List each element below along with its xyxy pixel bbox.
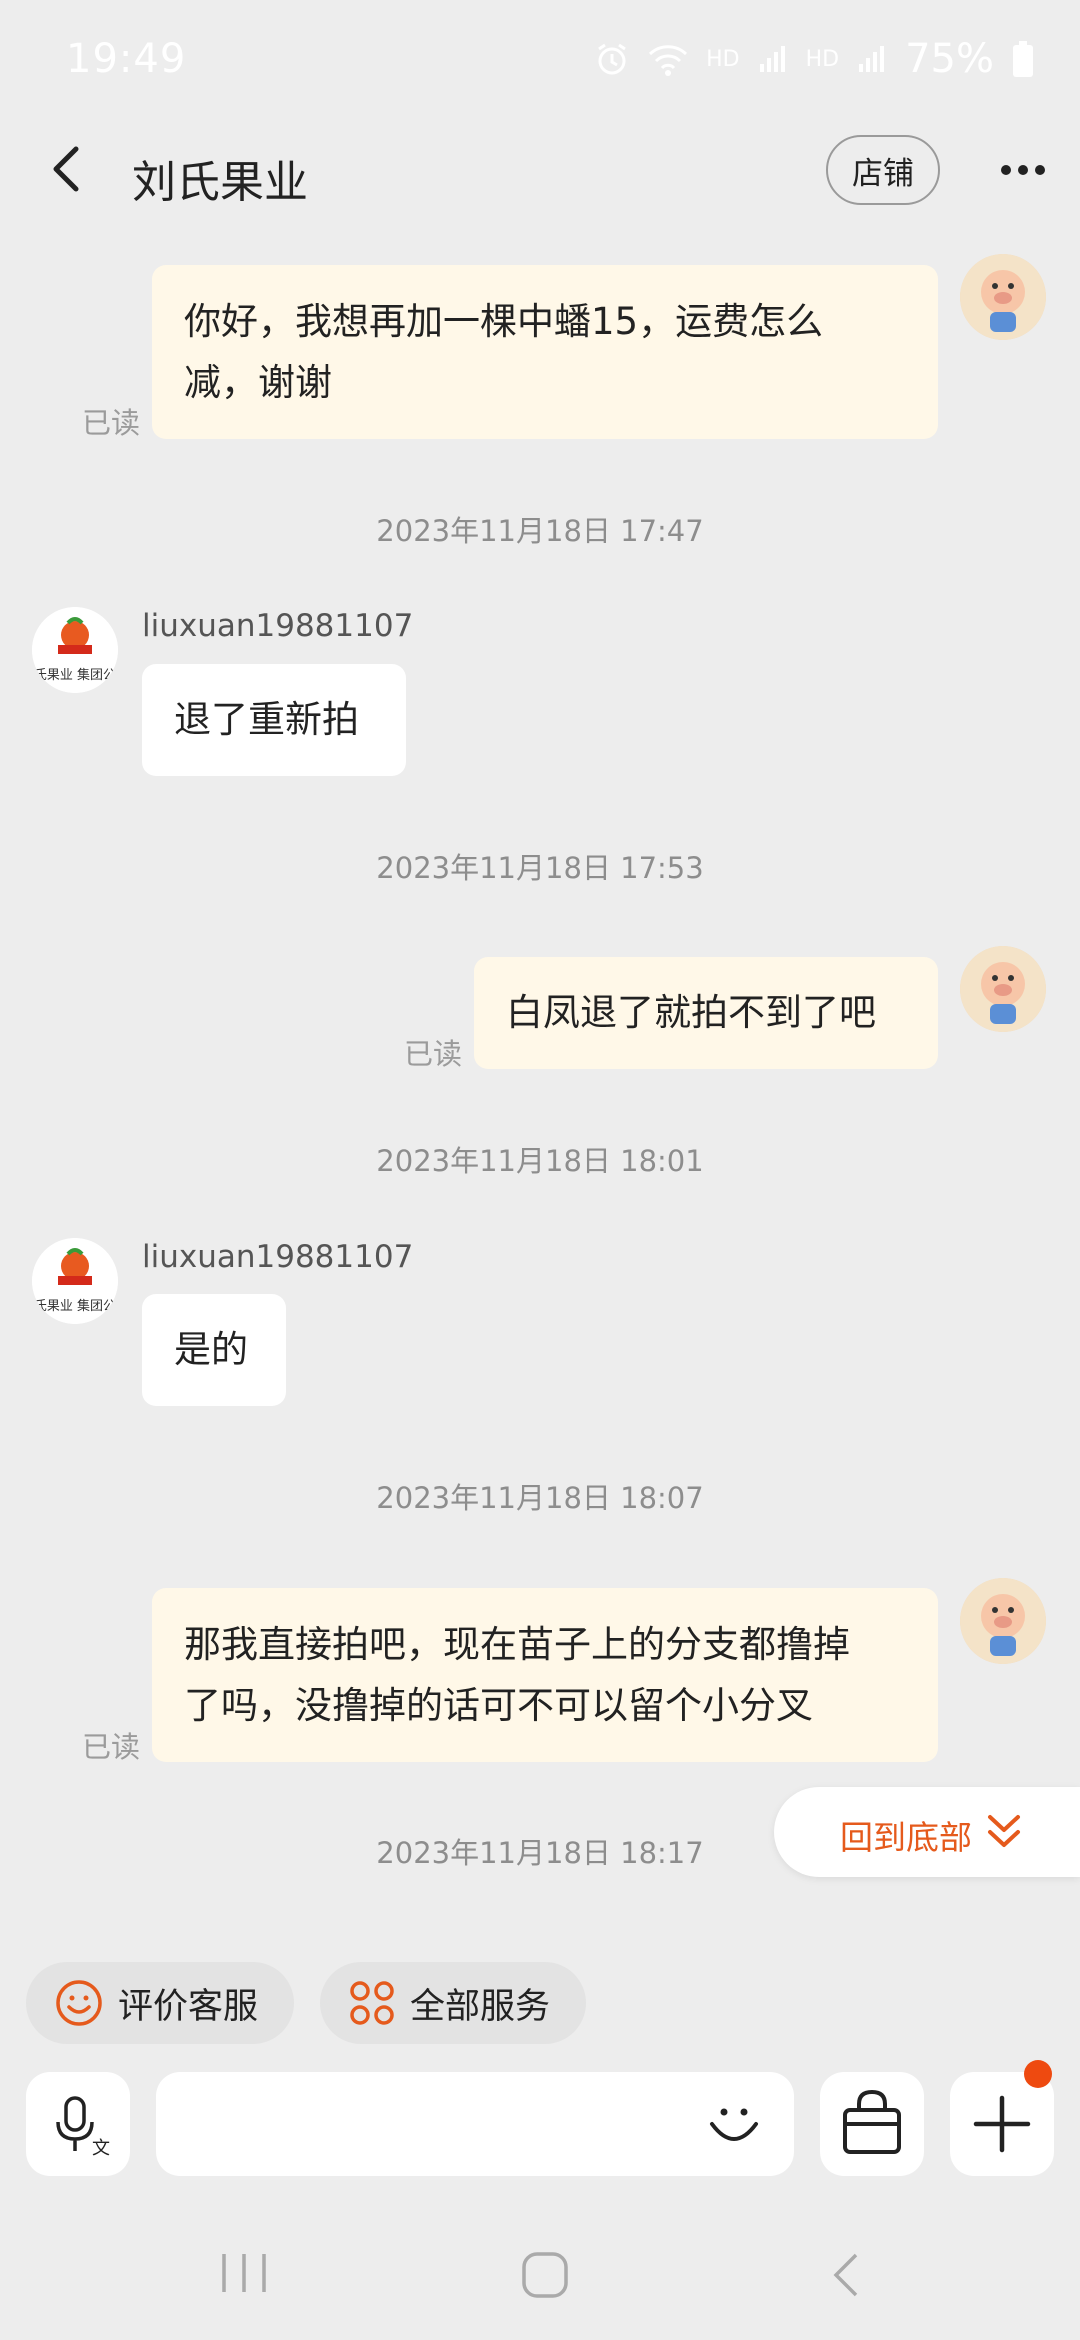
message-bubble-incoming[interactable]: 是的	[142, 1294, 286, 1406]
jump-to-bottom-label: 回到底部	[840, 1818, 972, 1857]
seller-logo-text: 氏果业 集团公	[34, 1298, 116, 1314]
back-nav-icon[interactable]	[826, 2250, 866, 2300]
grid-icon	[350, 1981, 394, 2025]
read-status: 已读	[404, 1037, 463, 1071]
smile-icon	[56, 1980, 102, 2026]
jump-to-bottom-button[interactable]: 回到底部	[774, 1787, 1080, 1877]
message-bubble-outgoing[interactable]: 你好，我想再加一棵中蟠15，运费怎么 减，谢谢	[152, 265, 938, 439]
store-button[interactable]: 店铺	[826, 135, 940, 205]
double-chevron-down-icon	[988, 1815, 1020, 1847]
hd-label: HD	[706, 46, 740, 72]
seller-logo-icon: 氏果业 集团公	[32, 607, 118, 693]
all-services-chip[interactable]: 全部服务	[320, 1962, 586, 2044]
battery-icon	[1013, 41, 1033, 77]
seller-avatar[interactable]: 氏果业 集团公	[32, 1238, 118, 1324]
battery-percent: 75%	[905, 36, 994, 82]
hd-label-2: HD	[805, 46, 840, 72]
microphone-translate-icon: 文	[56, 2096, 110, 2159]
emoji-icon[interactable]	[704, 2094, 764, 2154]
pig-avatar-icon	[960, 254, 1046, 340]
sender-name: liuxuan19881107	[142, 608, 414, 644]
message-text: 那我直接拍吧，现在苗子上的分支都撸掉	[184, 1623, 850, 1666]
status-time: 19:49	[66, 36, 187, 82]
pig-avatar-icon	[960, 946, 1046, 1032]
read-status: 已读	[82, 406, 141, 440]
message-text: 你好，我想再加一棵中蟠15，运费怎么	[184, 300, 824, 343]
voice-input-button[interactable]: 文	[26, 2072, 130, 2176]
message-text: 白凤退了就拍不到了吧	[506, 991, 876, 1034]
status-icons: HD HD 75%	[594, 36, 1034, 82]
read-status: 已读	[82, 1730, 141, 1764]
seller-avatar[interactable]: 氏果业 集团公	[32, 607, 118, 693]
notification-badge	[1024, 2060, 1052, 2088]
message-text: 是的	[174, 1328, 248, 1371]
signal-icon	[759, 46, 785, 72]
shopping-bag-icon	[843, 2089, 901, 2154]
sender-name: liuxuan19881107	[142, 1239, 414, 1275]
user-avatar[interactable]	[960, 946, 1046, 1032]
home-icon[interactable]	[520, 2250, 570, 2300]
chat-title: 刘氏果业	[132, 157, 308, 208]
message-text-line2: 减，谢谢	[184, 361, 332, 404]
signal-icon-2	[859, 46, 885, 72]
message-text-line2: 了吗，没撸掉的话可不可以留个小分叉	[184, 1684, 813, 1727]
wifi-icon	[649, 45, 688, 76]
pig-avatar-icon	[960, 1578, 1046, 1664]
user-avatar[interactable]	[960, 254, 1046, 340]
timestamp: 2023年11月18日 17:47	[376, 514, 704, 548]
message-bubble-outgoing[interactable]: 白凤退了就拍不到了吧	[474, 957, 938, 1069]
all-services-label: 全部服务	[410, 1986, 551, 2027]
message-text: 退了重新拍	[174, 698, 359, 741]
more-options-icon[interactable]	[996, 150, 1050, 190]
message-input[interactable]	[156, 2072, 794, 2176]
message-bubble-incoming[interactable]: 退了重新拍	[142, 664, 406, 776]
user-avatar[interactable]	[960, 1578, 1046, 1664]
rate-service-chip[interactable]: 评价客服	[26, 1962, 294, 2044]
svg-text:文: 文	[92, 2138, 110, 2159]
message-bubble-outgoing[interactable]: 那我直接拍吧，现在苗子上的分支都撸掉 了吗，没撸掉的话可不可以留个小分叉	[152, 1588, 938, 1762]
recent-apps-icon[interactable]	[216, 2250, 272, 2296]
shopping-bag-button[interactable]	[820, 2072, 924, 2176]
timestamp: 2023年11月18日 18:07	[376, 1481, 704, 1515]
seller-logo-text: 氏果业 集团公	[34, 667, 116, 683]
rate-service-label: 评价客服	[118, 1986, 259, 2027]
seller-logo-icon: 氏果业 集团公	[32, 1238, 118, 1324]
timestamp: 2023年11月18日 18:01	[376, 1144, 704, 1178]
back-button[interactable]	[40, 143, 92, 195]
alarm-icon	[598, 43, 626, 75]
timestamp: 2023年11月18日 17:53	[376, 851, 704, 885]
